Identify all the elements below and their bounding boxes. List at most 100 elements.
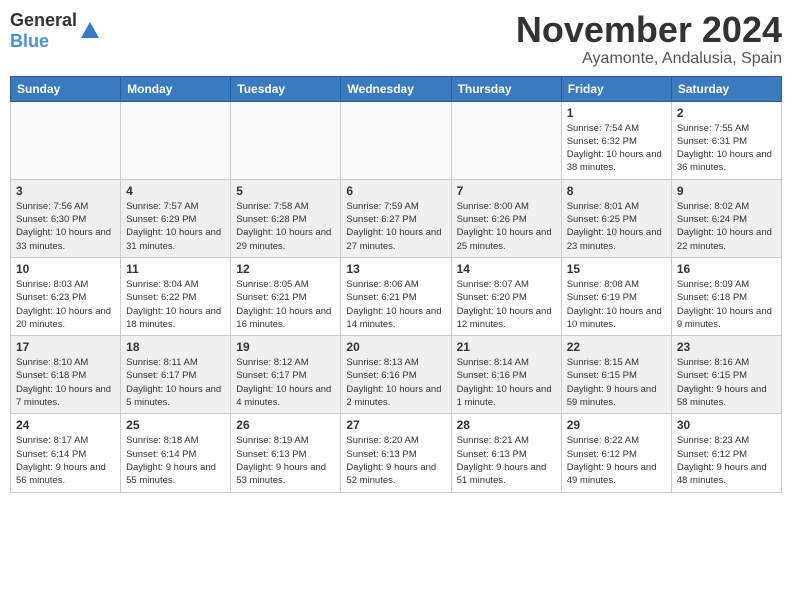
day-info: Sunrise: 7:54 AM Sunset: 6:32 PM Dayligh… [567, 122, 666, 175]
day-number: 24 [16, 418, 115, 432]
day-info: Sunrise: 8:23 AM Sunset: 6:12 PM Dayligh… [677, 434, 776, 487]
calendar-cell: 12Sunrise: 8:05 AM Sunset: 6:21 PM Dayli… [231, 257, 341, 335]
day-info: Sunrise: 8:13 AM Sunset: 6:16 PM Dayligh… [346, 356, 445, 409]
location-title: Ayamonte, Andalusia, Spain [516, 50, 782, 68]
day-info: Sunrise: 8:01 AM Sunset: 6:25 PM Dayligh… [567, 200, 666, 253]
calendar-week-1: 3 Sunrise: 7:56 AM Sunset: 6:30 PM Daylig… [11, 179, 782, 257]
day-number: 15 [567, 262, 666, 276]
calendar-cell [231, 101, 341, 179]
day-number: 16 [677, 262, 776, 276]
month-title: November 2024 [516, 10, 782, 50]
day-info: Sunrise: 8:17 AM Sunset: 6:14 PM Dayligh… [16, 434, 115, 487]
day-info: Sunrise: 8:03 AM Sunset: 6:23 PM Dayligh… [16, 278, 115, 331]
logo-line1: General [10, 10, 77, 31]
day-info: Sunrise: 7:58 AM Sunset: 6:28 PM Dayligh… [236, 200, 335, 253]
day-info: Sunrise: 8:06 AM Sunset: 6:21 PM Dayligh… [346, 278, 445, 331]
day-number: 10 [16, 262, 115, 276]
calendar-cell: 1 Sunrise: 7:54 AM Sunset: 6:32 PM Daylig… [561, 101, 671, 179]
day-info: Sunrise: 8:04 AM Sunset: 6:22 PM Dayligh… [126, 278, 225, 331]
day-number: 29 [567, 418, 666, 432]
calendar: Sunday Monday Tuesday Wednesday Thursday… [10, 76, 782, 493]
col-monday: Monday [121, 76, 231, 101]
day-info: Sunrise: 8:05 AM Sunset: 6:21 PM Dayligh… [236, 278, 335, 331]
calendar-header-row: Sunday Monday Tuesday Wednesday Thursday… [11, 76, 782, 101]
calendar-cell: 15 Sunrise: 8:08 AM Sunset: 6:19 PM Dayli… [561, 257, 671, 335]
logo-icon [79, 20, 101, 42]
calendar-cell [11, 101, 121, 179]
col-wednesday: Wednesday [341, 76, 451, 101]
calendar-cell: 26Sunrise: 8:19 AM Sunset: 6:13 PM Dayli… [231, 414, 341, 492]
day-info: Sunrise: 8:08 AM Sunset: 6:19 PM Dayligh… [567, 278, 666, 331]
day-number: 30 [677, 418, 776, 432]
day-number: 21 [457, 340, 556, 354]
day-number: 6 [346, 184, 445, 198]
day-number: 11 [126, 262, 225, 276]
calendar-cell: 18 Sunrise: 8:11 AM Sunset: 6:17 PM Dayli… [121, 336, 231, 414]
calendar-week-2: 10 Sunrise: 8:03 AM Sunset: 6:23 PM Dayli… [11, 257, 782, 335]
calendar-week-4: 24 Sunrise: 8:17 AM Sunset: 6:14 PM Dayli… [11, 414, 782, 492]
logo-line2: Blue [10, 31, 77, 52]
day-info: Sunrise: 7:55 AM Sunset: 6:31 PM Dayligh… [677, 122, 776, 175]
day-number: 13 [346, 262, 445, 276]
calendar-cell: 7 Sunrise: 8:00 AM Sunset: 6:26 PM Daylig… [451, 179, 561, 257]
day-info: Sunrise: 8:16 AM Sunset: 6:15 PM Dayligh… [677, 356, 776, 409]
logo: General Blue [10, 10, 101, 52]
day-info: Sunrise: 7:56 AM Sunset: 6:30 PM Dayligh… [16, 200, 115, 253]
calendar-cell: 3 Sunrise: 7:56 AM Sunset: 6:30 PM Daylig… [11, 179, 121, 257]
col-thursday: Thursday [451, 76, 561, 101]
calendar-cell: 8 Sunrise: 8:01 AM Sunset: 6:25 PM Daylig… [561, 179, 671, 257]
day-info: Sunrise: 8:11 AM Sunset: 6:17 PM Dayligh… [126, 356, 225, 409]
day-number: 8 [567, 184, 666, 198]
day-number: 3 [16, 184, 115, 198]
calendar-cell: 11 Sunrise: 8:04 AM Sunset: 6:22 PM Dayli… [121, 257, 231, 335]
calendar-cell: 16 Sunrise: 8:09 AM Sunset: 6:18 PM Dayli… [671, 257, 781, 335]
day-number: 17 [16, 340, 115, 354]
calendar-cell: 24 Sunrise: 8:17 AM Sunset: 6:14 PM Dayli… [11, 414, 121, 492]
calendar-cell: 23Sunrise: 8:16 AM Sunset: 6:15 PM Dayli… [671, 336, 781, 414]
header: General Blue November 2024 Ayamonte, And… [10, 10, 782, 68]
calendar-cell: 19Sunrise: 8:12 AM Sunset: 6:17 PM Dayli… [231, 336, 341, 414]
day-info: Sunrise: 8:22 AM Sunset: 6:12 PM Dayligh… [567, 434, 666, 487]
calendar-cell: 14 Sunrise: 8:07 AM Sunset: 6:20 PM Dayli… [451, 257, 561, 335]
day-number: 14 [457, 262, 556, 276]
day-info: Sunrise: 8:15 AM Sunset: 6:15 PM Dayligh… [567, 356, 666, 409]
day-info: Sunrise: 8:12 AM Sunset: 6:17 PM Dayligh… [236, 356, 335, 409]
day-info: Sunrise: 8:09 AM Sunset: 6:18 PM Dayligh… [677, 278, 776, 331]
calendar-cell: 9Sunrise: 8:02 AM Sunset: 6:24 PM Daylig… [671, 179, 781, 257]
day-number: 28 [457, 418, 556, 432]
calendar-cell: 6 Sunrise: 7:59 AM Sunset: 6:27 PM Daylig… [341, 179, 451, 257]
calendar-cell: 30 Sunrise: 8:23 AM Sunset: 6:12 PM Dayli… [671, 414, 781, 492]
col-tuesday: Tuesday [231, 76, 341, 101]
day-number: 1 [567, 106, 666, 120]
col-friday: Friday [561, 76, 671, 101]
day-number: 7 [457, 184, 556, 198]
day-info: Sunrise: 8:19 AM Sunset: 6:13 PM Dayligh… [236, 434, 335, 487]
calendar-cell [451, 101, 561, 179]
calendar-cell: 28Sunrise: 8:21 AM Sunset: 6:13 PM Dayli… [451, 414, 561, 492]
day-info: Sunrise: 7:59 AM Sunset: 6:27 PM Dayligh… [346, 200, 445, 253]
day-info: Sunrise: 8:20 AM Sunset: 6:13 PM Dayligh… [346, 434, 445, 487]
calendar-cell: 29 Sunrise: 8:22 AM Sunset: 6:12 PM Dayli… [561, 414, 671, 492]
col-sunday: Sunday [11, 76, 121, 101]
calendar-cell: 2 Sunrise: 7:55 AM Sunset: 6:31 PM Daylig… [671, 101, 781, 179]
day-number: 18 [126, 340, 225, 354]
calendar-cell: 10 Sunrise: 8:03 AM Sunset: 6:23 PM Dayli… [11, 257, 121, 335]
day-number: 25 [126, 418, 225, 432]
calendar-cell: 21Sunrise: 8:14 AM Sunset: 6:16 PM Dayli… [451, 336, 561, 414]
calendar-week-0: 1 Sunrise: 7:54 AM Sunset: 6:32 PM Daylig… [11, 101, 782, 179]
calendar-week-3: 17Sunrise: 8:10 AM Sunset: 6:18 PM Dayli… [11, 336, 782, 414]
day-info: Sunrise: 7:57 AM Sunset: 6:29 PM Dayligh… [126, 200, 225, 253]
col-saturday: Saturday [671, 76, 781, 101]
day-info: Sunrise: 8:00 AM Sunset: 6:26 PM Dayligh… [457, 200, 556, 253]
page: General Blue November 2024 Ayamonte, And… [0, 0, 792, 612]
calendar-cell: 4 Sunrise: 7:57 AM Sunset: 6:29 PM Daylig… [121, 179, 231, 257]
day-info: Sunrise: 8:02 AM Sunset: 6:24 PM Dayligh… [677, 200, 776, 253]
calendar-cell [121, 101, 231, 179]
day-number: 20 [346, 340, 445, 354]
day-number: 4 [126, 184, 225, 198]
day-number: 2 [677, 106, 776, 120]
calendar-cell: 5Sunrise: 7:58 AM Sunset: 6:28 PM Daylig… [231, 179, 341, 257]
calendar-cell: 13 Sunrise: 8:06 AM Sunset: 6:21 PM Dayli… [341, 257, 451, 335]
day-info: Sunrise: 8:07 AM Sunset: 6:20 PM Dayligh… [457, 278, 556, 331]
logo-text: General Blue [10, 10, 77, 52]
